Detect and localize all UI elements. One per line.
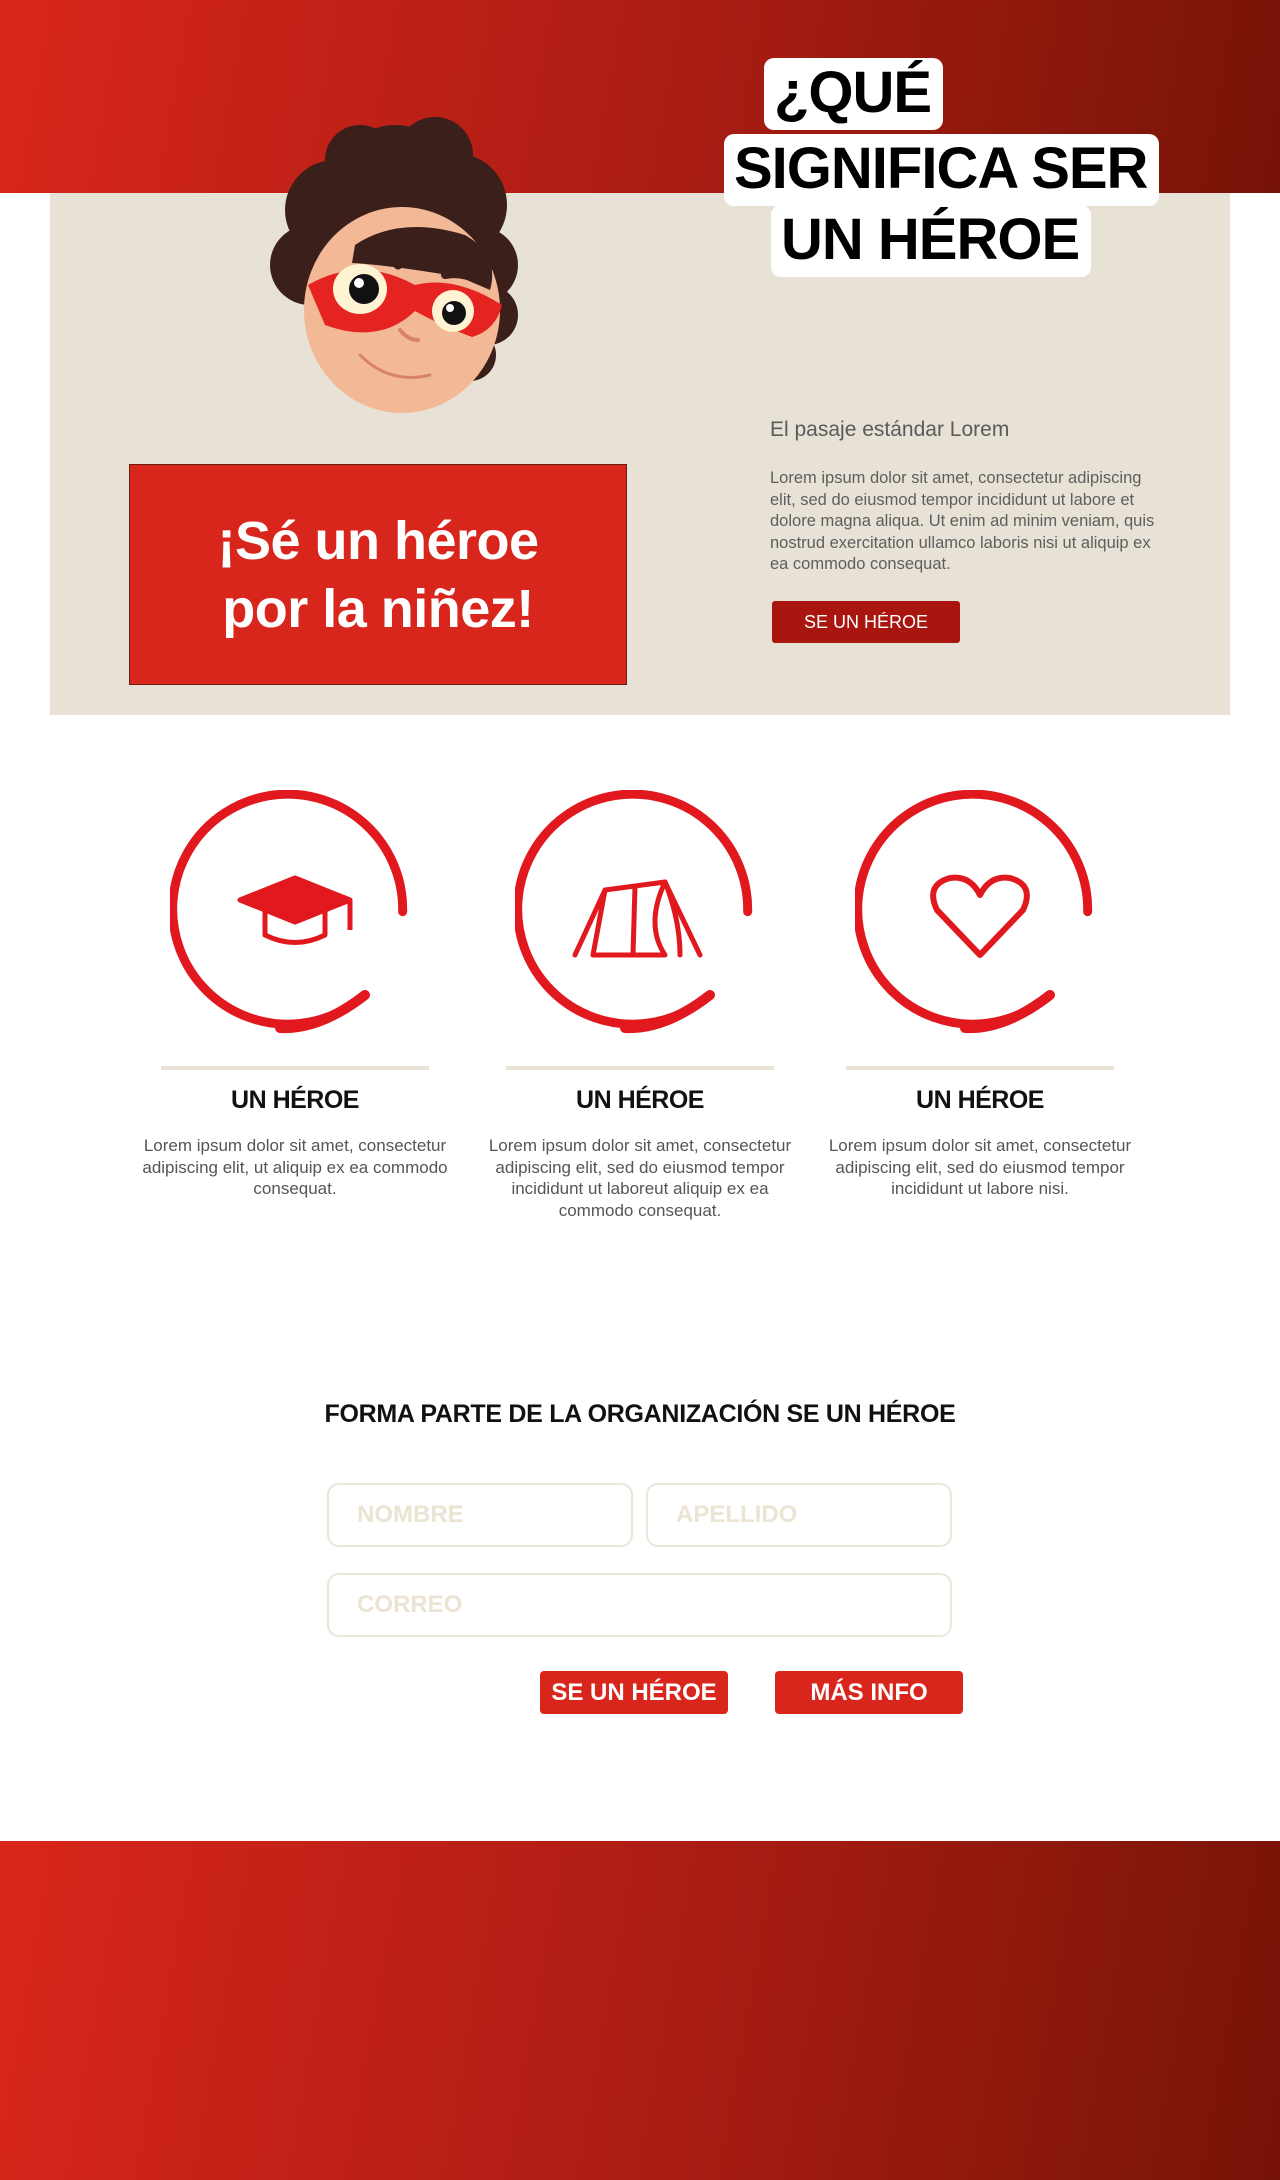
feature-text: Lorem ipsum dolor sit amet, consectetur …: [488, 1136, 792, 1220]
feature-title: UN HÉROE: [231, 1086, 359, 1114]
tent-icon: [515, 790, 753, 1034]
hero-title-line-3: UN HÉROE: [771, 205, 1092, 277]
hero-cta-banner: ¡Sé un héroe por la niñez!: [129, 464, 627, 685]
signup-submit-button[interactable]: SE UN HÉROE: [540, 1671, 728, 1714]
hero-girl-illustration: [270, 117, 518, 413]
feature-text: Lorem ipsum dolor sit amet, consectetur …: [828, 1136, 1132, 1198]
graduation-cap-icon: [170, 790, 408, 1034]
cta-line-2: por la niñez!: [222, 578, 534, 639]
feature-title: UN HÉROE: [576, 1086, 704, 1114]
last-name-field[interactable]: [646, 1483, 952, 1547]
cta-line-1: ¡Sé un héroe: [217, 510, 539, 571]
feature-title: UN HÉROE: [916, 1086, 1044, 1114]
feature-divider: [506, 1066, 774, 1070]
intro-paragraph: Lorem ipsum dolor sit amet, consectetur …: [770, 469, 1155, 573]
feature-card-care: UN HÉROE Lorem ipsum dolor sit amet, con…: [820, 790, 1140, 1200]
signup-form-title: FORMA PARTE DE LA ORGANIZACIÓN SE UN HÉR…: [324, 1400, 956, 1428]
feature-divider: [846, 1066, 1114, 1070]
feature-text: Lorem ipsum dolor sit amet, consectetur …: [142, 1136, 448, 1198]
intro-heading: El pasaje estándar Lorem: [770, 418, 1010, 441]
first-name-field[interactable]: [327, 1483, 633, 1547]
footer-banner: [0, 1841, 1280, 2180]
hero-title-line-1: ¿QUÉ: [764, 58, 944, 130]
heart-icon: [855, 790, 1093, 1034]
email-field[interactable]: [327, 1573, 952, 1637]
feature-card-shelter: UN HÉROE Lorem ipsum dolor sit amet, con…: [480, 790, 800, 1221]
feature-card-education: UN HÉROE Lorem ipsum dolor sit amet, con…: [135, 790, 455, 1200]
feature-divider: [161, 1066, 429, 1070]
more-info-button[interactable]: MÁS INFO: [775, 1671, 963, 1714]
hero-title-line-2: SIGNIFICA SER: [724, 134, 1160, 206]
hero-join-button[interactable]: SE UN HÉROE: [772, 601, 960, 643]
